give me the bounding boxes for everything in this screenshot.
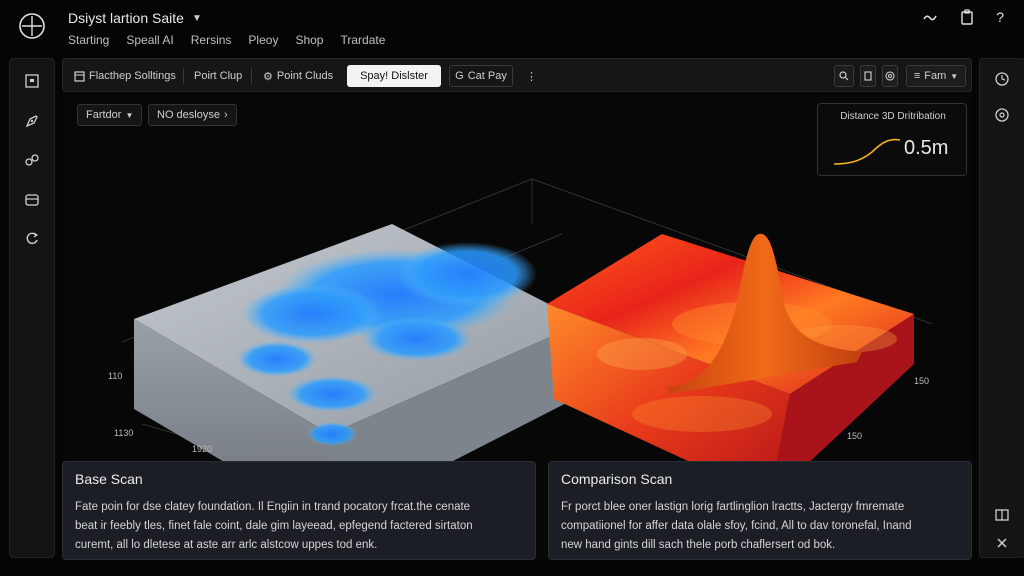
tab-point-clup-label: Poirt Clup (194, 70, 243, 82)
comparison-scan-card: Comparison Scan Fr porct blee oner lasti… (548, 461, 972, 560)
g-icon: G (455, 70, 464, 82)
description-line: Fr porct blee oner lastign lorig fartlin… (561, 501, 905, 513)
axis-label-l3: 1920 (192, 444, 212, 454)
pen-tool-icon[interactable] (10, 109, 54, 133)
card-description: Fr porct blee oner lastign lorig fartlin… (561, 498, 961, 555)
view-toolbar: Flacthep Solltings Poirt Clup ⚙ Point Cl… (62, 58, 972, 92)
description-line: curemt, all lo dletese at aste arr arlc … (75, 539, 378, 551)
list-icon: ≡ (913, 70, 921, 82)
view-button[interactable] (860, 65, 876, 87)
app-title: Dsiyst lartion Saite (68, 10, 184, 26)
panel-icon (864, 71, 872, 81)
toolbar-divider (183, 68, 184, 84)
deployment-label: NO desloyse (157, 109, 220, 121)
description-line: compatiionel for affer data olale sfoy, … (561, 520, 912, 532)
right-toolbar (979, 58, 1024, 558)
axis-label-r2: 150 (847, 431, 862, 441)
search-icon (839, 71, 849, 81)
description-line: new hand gints dill sach thele porb chaf… (561, 539, 836, 551)
fartdor-label: Fartdor (86, 109, 122, 121)
tab-cat-pay[interactable]: G Cat Pay (449, 65, 513, 87)
fam-dropdown[interactable]: ≡ Fam ▼ (906, 65, 966, 87)
viewport-panel: Flacthep Solltings Poirt Clup ⚙ Point Cl… (62, 58, 972, 560)
clock-icon[interactable] (980, 67, 1024, 91)
menu-item-speall-ai[interactable]: Speall AI (126, 33, 173, 47)
toolbar-divider (251, 68, 252, 84)
axis-label-l1: 110 (108, 371, 122, 381)
menu-item-rersins[interactable]: Rersins (191, 33, 232, 47)
toolbar-title[interactable]: Flacthep Solltings (69, 65, 181, 87)
chevron-down-icon: ▼ (191, 12, 202, 24)
top-icons: ? (922, 9, 1004, 25)
more-options-icon[interactable]: ⋮ (521, 65, 542, 87)
axis-label-r1: 150 (914, 376, 929, 386)
main-menu: Starting Speall AI Rersins Pleoy Shop Tr… (68, 33, 385, 47)
tab-point-clup[interactable]: Poirt Clup (189, 65, 247, 87)
app-title-dropdown[interactable]: Dsiyst lartion Saite ▼ (68, 10, 202, 26)
card-title: Base Scan (75, 471, 143, 487)
distribution-curve (833, 138, 901, 165)
share-button[interactable] (882, 65, 898, 87)
tab-cat-pay-label: Cat Pay (467, 70, 507, 82)
card-title: Comparison Scan (561, 471, 673, 487)
description-line: beat ir feebly tles, finet fale coint, d… (75, 520, 473, 532)
search-button[interactable] (834, 65, 854, 87)
chevron-down-icon: ▼ (125, 110, 134, 120)
tab-spay-dislster[interactable]: Spay! Dislster (347, 65, 441, 87)
toolbar-title-label: Flacthep Solltings (89, 70, 176, 82)
base-scan-model (134, 224, 584, 498)
app-logo-icon[interactable] (18, 12, 46, 40)
menu-item-shop[interactable]: Shop (295, 33, 323, 47)
settings-panel-icon (74, 70, 85, 82)
fam-dropdown-label: Fam (924, 70, 947, 82)
base-scan-card: Base Scan Fate poin for dse clatey found… (62, 461, 536, 560)
at-icon (885, 71, 895, 81)
deployment-selector[interactable]: NO desloyse › (148, 104, 237, 126)
description-line: Fate poin for dse clatey foundation. Il … (75, 501, 471, 513)
clipboard-icon[interactable] (960, 9, 974, 25)
left-toolbar (9, 58, 55, 558)
tab-spay-dislster-label: Spay! Dislster (360, 70, 428, 82)
target-icon[interactable] (980, 103, 1024, 127)
axis-label-l2: 1130 (114, 428, 133, 438)
menu-item-pleoy[interactable]: Pleoy (248, 33, 278, 47)
fartdor-dropdown[interactable]: Fartdor ▼ (77, 104, 143, 126)
tab-point-cluds[interactable]: ⚙ Point Cluds (258, 65, 338, 87)
wave-icon[interactable] (922, 11, 938, 23)
gear-icon: ⚙ (263, 70, 273, 83)
link-icon[interactable] (10, 148, 54, 172)
card-description: Fate poin for dse clatey foundation. Il … (75, 498, 525, 555)
distance-title: Distance 3D Dritribation (840, 111, 946, 122)
layout-icon[interactable] (980, 503, 1024, 527)
top-bar: Dsiyst lartion Saite ▼ Starting Speall A… (0, 0, 1024, 56)
help-icon[interactable]: ? (996, 9, 1004, 25)
distance-distribution-panel: Distance 3D Dritribation 0.5m (817, 103, 967, 176)
chevron-right-icon: › (223, 109, 228, 121)
distance-value: 0.5m (904, 137, 949, 159)
database-icon[interactable] (10, 188, 54, 212)
refresh-icon[interactable] (10, 226, 54, 250)
chevron-down-icon: ▼ (950, 71, 959, 81)
image-icon[interactable] (10, 69, 54, 93)
comparison-scan-model (547, 233, 914, 498)
tab-point-cluds-label: Point Cluds (276, 70, 334, 82)
close-icon[interactable] (980, 531, 1024, 555)
menu-item-starting[interactable]: Starting (68, 33, 109, 47)
menu-item-trardate[interactable]: Trardate (340, 33, 385, 47)
